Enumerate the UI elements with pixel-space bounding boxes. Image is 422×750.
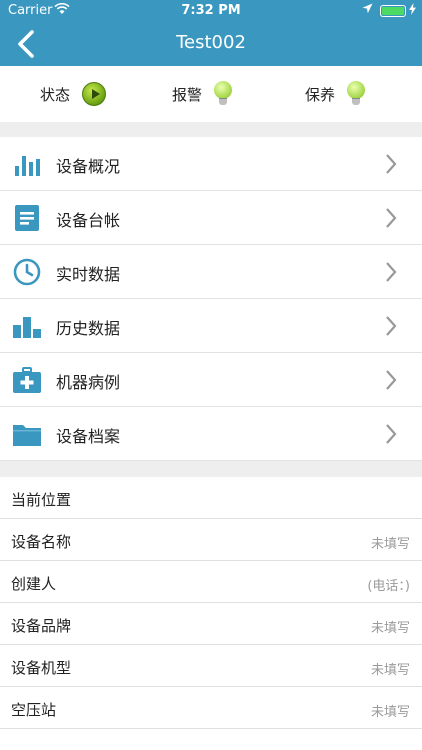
- info-value: 未填写: [370, 537, 410, 552]
- status-time: 7:32 PM: [181, 3, 241, 18]
- info-label: 创建人: [11, 575, 57, 593]
- chevron-right-icon: [384, 369, 398, 391]
- info-label: 设备品牌: [11, 617, 72, 635]
- status-indicator-alarm: 报警: [172, 80, 233, 108]
- menu-item-label: 设备台帐: [56, 211, 121, 230]
- menu-item-label: 机器病例: [56, 373, 121, 392]
- bulb-icon: [214, 81, 233, 107]
- medical-kit-icon: [13, 366, 41, 394]
- status-label: 状态: [40, 85, 71, 104]
- folder-icon: [13, 420, 41, 448]
- charging-bolt-icon: [409, 3, 416, 18]
- menu-item-label: 历史数据: [56, 319, 121, 338]
- menu-item-label: 设备档案: [56, 427, 121, 446]
- status-bar: Carrier 7:32 PM: [0, 0, 422, 22]
- section-divider: [0, 461, 422, 477]
- clock-icon: [13, 258, 41, 286]
- maintenance-label: 保养: [305, 85, 336, 104]
- status-indicator-running: 状态: [40, 80, 107, 108]
- menu-item-ledger[interactable]: 设备台帐: [0, 191, 422, 245]
- info-row-model: 设备机型 未填写: [0, 645, 422, 687]
- history-chart-icon: [13, 312, 41, 340]
- battery-icon: [380, 5, 406, 17]
- play-icon: [82, 82, 107, 106]
- menu-item-history-data[interactable]: 历史数据: [0, 299, 422, 353]
- chevron-right-icon: [384, 153, 398, 175]
- location-arrow-icon: [362, 3, 373, 18]
- info-label: 空压站: [11, 701, 57, 719]
- chevron-right-icon: [384, 207, 398, 229]
- info-label: 设备名称: [11, 533, 72, 551]
- info-row-brand: 设备品牌 未填写: [0, 603, 422, 645]
- header: Carrier 7:32 PM Test002: [0, 0, 422, 66]
- alarm-label: 报警: [172, 85, 203, 104]
- chevron-right-icon: [384, 261, 398, 283]
- device-status-row: 状态 报警 保养: [0, 66, 422, 122]
- info-value: (电话：): [367, 579, 410, 594]
- info-label: 设备机型: [11, 659, 72, 677]
- chevron-right-icon: [384, 315, 398, 337]
- info-value: 未填写: [370, 621, 410, 636]
- info-row-compressor-station: 空压站 未填写: [0, 687, 422, 729]
- info-row-location: 当前位置: [0, 477, 422, 519]
- info-value: 未填写: [370, 663, 410, 678]
- menu-item-realtime-data[interactable]: 实时数据: [0, 245, 422, 299]
- menu-item-machine-cases[interactable]: 机器病例: [0, 353, 422, 407]
- menu-item-archive[interactable]: 设备档案: [0, 407, 422, 461]
- info-label: 当前位置: [11, 491, 72, 509]
- menu-item-overview[interactable]: 设备概况: [0, 137, 422, 191]
- menu-item-label: 设备概况: [56, 157, 121, 176]
- chevron-right-icon: [384, 423, 398, 445]
- info-row-device-name: 设备名称 未填写: [0, 519, 422, 561]
- navigation-bar: Test002: [0, 22, 422, 66]
- info-row-creator: 创建人 (电话：): [0, 561, 422, 603]
- info-value: 未填写: [370, 705, 410, 720]
- menu-item-label: 实时数据: [56, 265, 121, 284]
- section-divider: [0, 122, 422, 137]
- bar-chart-icon: [13, 150, 41, 178]
- bulb-icon: [347, 81, 366, 107]
- page-title: Test002: [176, 32, 246, 53]
- status-indicator-maintenance: 保养: [305, 80, 366, 108]
- document-icon: [13, 204, 41, 232]
